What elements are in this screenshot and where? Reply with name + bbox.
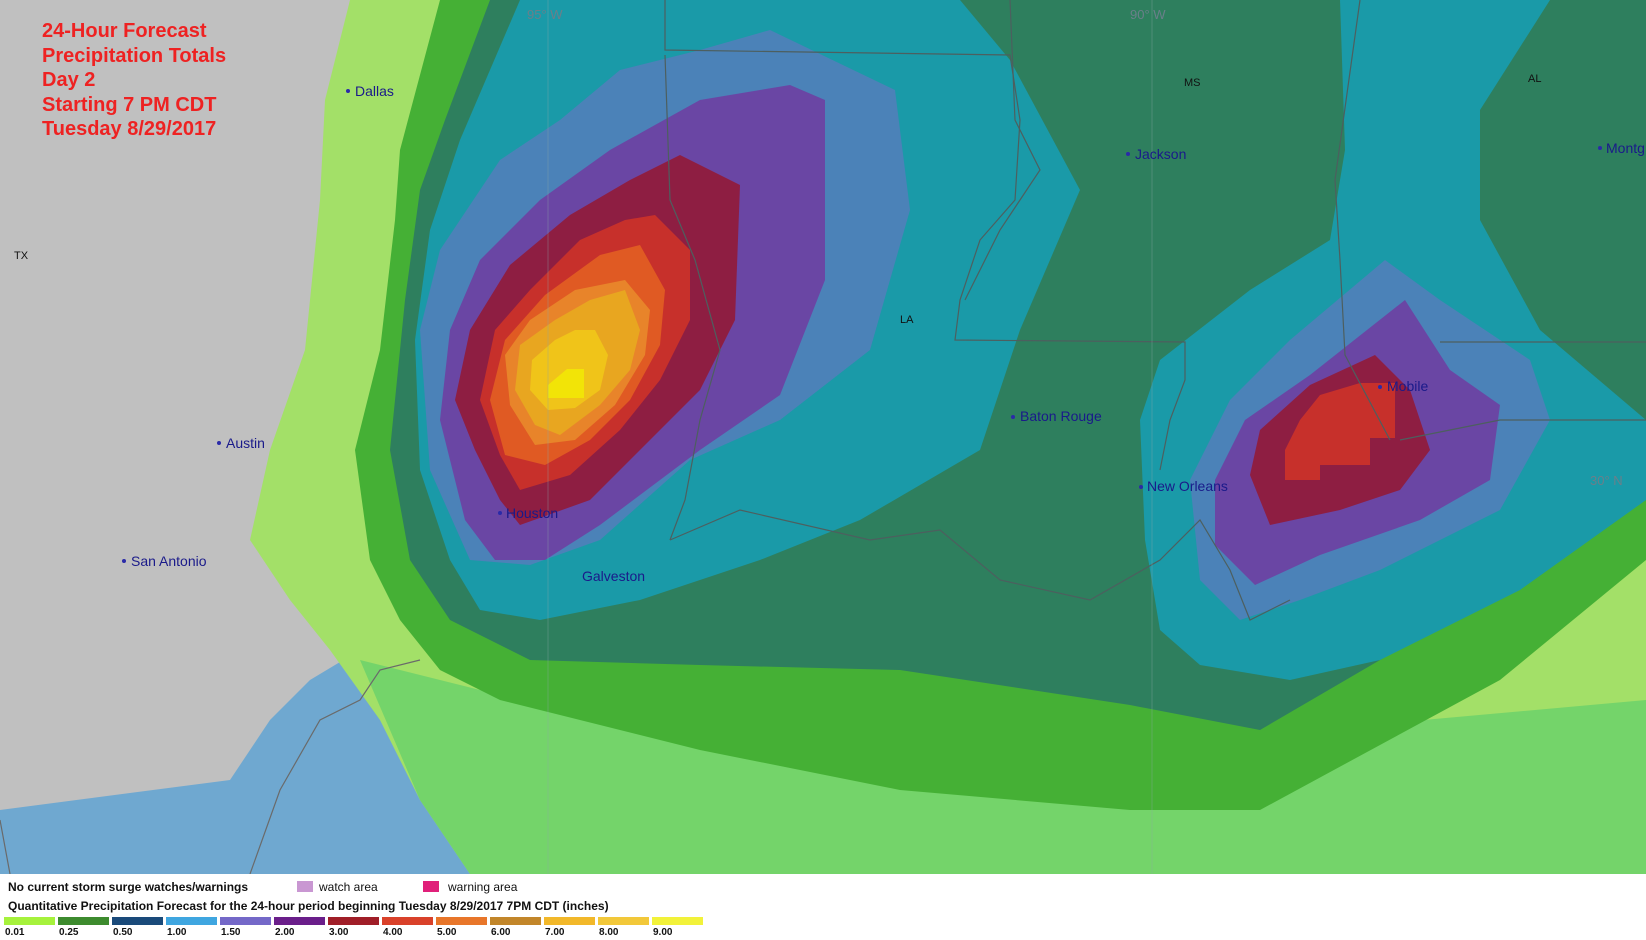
title-line-1: 24-Hour Forecast — [42, 20, 207, 42]
qpf-map: 95° W 90° W 30° N TX LA MS AL Dallas Aus… — [0, 0, 1646, 940]
legend-panel: No current storm surge watches/warnings … — [0, 874, 1646, 940]
state-label-ms: MS — [1184, 77, 1201, 89]
city-dot-houston — [498, 511, 502, 515]
city-dot-dallas — [346, 89, 350, 93]
warning-label: warning area — [448, 880, 518, 894]
city-dot-montgomery — [1598, 146, 1602, 150]
city-dot-san-antonio — [122, 559, 126, 563]
scale-item-8-00: 8.00 — [598, 917, 649, 939]
city-dot-new-orleans — [1139, 485, 1143, 489]
city-dot-austin — [217, 441, 221, 445]
title-line-5: Tuesday 8/29/2017 — [42, 118, 217, 140]
city-label-san-antonio: San Antonio — [131, 553, 207, 569]
scale-value-label: 1.50 — [221, 927, 241, 938]
scale-color-swatch — [490, 917, 541, 925]
city-dot-baton-rouge — [1011, 415, 1015, 419]
title-line-3: Day 2 — [42, 69, 96, 91]
watch-label: watch area — [319, 880, 378, 894]
scale-value-label: 8.00 — [599, 927, 619, 938]
scale-value-label: 4.00 — [383, 927, 403, 938]
city-label-new-orleans: New Orleans — [1147, 478, 1228, 494]
lon-label-95w: 95° W — [527, 7, 563, 22]
state-label-la: LA — [900, 314, 914, 326]
scale-value-label: 0.25 — [59, 927, 79, 938]
city-dot-mobile — [1378, 385, 1382, 389]
scale-item-1-50: 1.50 — [220, 917, 271, 939]
scale-color-swatch — [274, 917, 325, 925]
scale-color-swatch — [220, 917, 271, 925]
city-label-houston: Houston — [506, 505, 558, 521]
scale-value-label: 6.00 — [491, 927, 511, 938]
city-label-galveston: Galveston — [582, 568, 645, 584]
scale-value-label: 0.50 — [113, 927, 133, 938]
scale-color-swatch — [166, 917, 217, 925]
city-label-dallas: Dallas — [355, 83, 394, 99]
scale-item-0-25: 0.25 — [58, 917, 109, 939]
scale-item-1-00: 1.00 — [166, 917, 217, 939]
lat-label-30n: 30° N — [1590, 473, 1623, 488]
title-line-2: Precipitation Totals — [42, 44, 227, 67]
scale-item-5-00: 5.00 — [436, 917, 487, 939]
map-title: 24-Hour Forecast Precipitation Totals Da… — [42, 19, 226, 142]
scale-item-7-00: 7.00 — [544, 917, 595, 939]
scale-value-label: 5.00 — [437, 927, 457, 938]
scale-value-label: 0.01 — [5, 927, 25, 938]
city-label-austin: Austin — [226, 435, 265, 451]
watch-swatch — [297, 881, 313, 892]
scale-color-swatch — [58, 917, 109, 925]
title-line-4: Starting 7 PM CDT — [42, 93, 217, 116]
warning-swatch — [423, 881, 439, 892]
state-label-al: AL — [1528, 73, 1541, 85]
scale-item-2-00: 2.00 — [274, 917, 325, 939]
city-dot-jackson — [1126, 152, 1130, 156]
scale-item-0-01: 0.01 — [4, 917, 55, 939]
city-label-jackson: Jackson — [1135, 146, 1186, 162]
scale-color-swatch — [112, 917, 163, 925]
scale-color-swatch — [4, 917, 55, 925]
scale-item-0-50: 0.50 — [112, 917, 163, 939]
scale-item-4-00: 4.00 — [382, 917, 433, 939]
scale-value-label: 2.00 — [275, 927, 295, 938]
city-label-baton-rouge: Baton Rouge — [1020, 408, 1102, 424]
scale-color-swatch — [328, 917, 379, 925]
qpf-title: Quantitative Precipitation Forecast for … — [8, 899, 609, 913]
city-label-montgomery: Montg — [1606, 140, 1645, 156]
scale-value-label: 7.00 — [545, 927, 565, 938]
scale-item-3-00: 3.00 — [328, 917, 379, 939]
scale-value-label: 9.00 — [653, 927, 673, 938]
scale-item-6-00: 6.00 — [490, 917, 541, 939]
lon-label-90w: 90° W — [1130, 7, 1166, 22]
scale-value-label: 1.00 — [167, 927, 187, 938]
scale-color-swatch — [598, 917, 649, 925]
surge-status: No current storm surge watches/warnings — [8, 880, 249, 894]
scale-item-9-00: 9.00 — [652, 917, 703, 939]
state-label-tx: TX — [14, 250, 29, 262]
scale-color-swatch — [382, 917, 433, 925]
precipitation-map: 95° W 90° W 30° N TX LA MS AL Dallas Aus… — [0, 0, 1646, 874]
scale-color-swatch — [436, 917, 487, 925]
scale-color-swatch — [544, 917, 595, 925]
scale-color-swatch — [652, 917, 703, 925]
scale-value-label: 3.00 — [329, 927, 349, 938]
city-label-mobile: Mobile — [1387, 378, 1428, 394]
